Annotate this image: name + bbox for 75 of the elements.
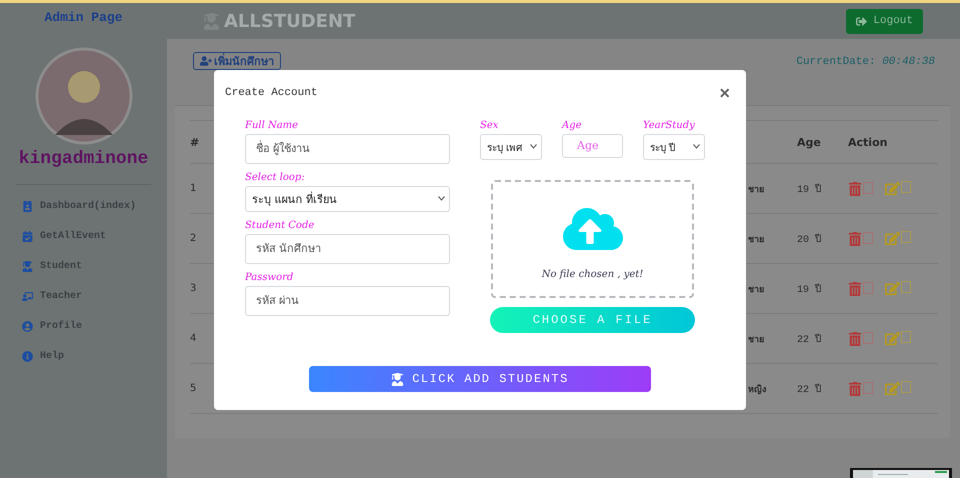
student-icon — [391, 372, 404, 386]
edit-icon[interactable] — [885, 181, 900, 196]
teacher-icon — [22, 291, 33, 302]
column-header: Age — [797, 136, 821, 148]
table-cell-text: 20 ปี — [797, 232, 822, 246]
table-cell: 3 — [190, 283, 196, 294]
current-date: CurrentDate: 00:48:38 — [796, 56, 935, 68]
user-plus-icon — [200, 55, 212, 67]
brand-name: ALLSTUDENT — [224, 10, 356, 32]
username: kingadminone — [18, 149, 148, 169]
small-square — [901, 331, 911, 343]
trash-icon[interactable] — [848, 382, 862, 396]
close-button[interactable]: × — [719, 84, 730, 102]
choose-file-button[interactable]: CHOOSE A FILE — [490, 307, 695, 333]
small-square — [863, 232, 873, 244]
caret-icon — [530, 144, 537, 149]
field-label: YearStudy — [643, 120, 696, 133]
table-cell-text: ชาย — [748, 334, 764, 346]
input-field[interactable]: Age — [562, 134, 623, 158]
table-cell-text: 19 ปี — [797, 182, 822, 196]
trash-icon[interactable] — [848, 182, 862, 196]
table-cell-text: หญิง — [748, 383, 766, 396]
small-square — [901, 381, 911, 393]
sidebar-title: Admin Page — [44, 10, 122, 25]
column-header: # — [190, 136, 200, 148]
small-square — [863, 182, 873, 194]
small-square — [863, 382, 873, 394]
calendar-check-icon — [22, 231, 33, 242]
trash-icon[interactable] — [848, 282, 862, 296]
table-cell: 5 — [190, 383, 196, 394]
input-field[interactable]: รหัส นักศึกษา — [245, 234, 450, 264]
small-square — [863, 332, 873, 344]
dialog-title: Create Account — [225, 87, 318, 99]
caret-icon — [438, 196, 445, 201]
column-header: Action — [848, 136, 888, 148]
badge-icon — [22, 201, 33, 212]
table-cell: 1 — [190, 183, 196, 194]
table-cell: 2 — [190, 233, 196, 244]
table-cell-text: 19 ปี — [797, 282, 822, 296]
table-cell-text: ชาย — [748, 284, 764, 296]
logout-icon — [856, 16, 868, 26]
file-drop-area[interactable]: No file chosen , yet! — [491, 180, 694, 298]
field-label: Age — [562, 120, 583, 133]
table-cell-text: ชาย — [748, 184, 764, 196]
student-icon — [22, 261, 33, 272]
edit-icon[interactable] — [885, 381, 900, 396]
table-cell-text: 22 ปี — [797, 382, 822, 396]
caret-icon — [693, 144, 700, 149]
small-square — [901, 281, 911, 293]
field-label: Sex — [480, 120, 500, 133]
select-field[interactable]: ระบุ แผนก ที่เรียน — [245, 186, 450, 212]
field-label: Select loop: — [245, 172, 306, 185]
input-field[interactable]: ชื่อ ผู้ใช้งาน — [245, 134, 450, 164]
logout-button[interactable]: Logout — [846, 8, 923, 34]
small-square — [901, 181, 911, 193]
select-field[interactable]: ระบุ ปี — [643, 134, 705, 160]
field-label: Password — [245, 272, 294, 285]
upload-status: No file chosen , yet! — [542, 268, 644, 280]
input-field[interactable]: รหัส ผ่าน — [245, 286, 450, 316]
small-square — [863, 282, 873, 294]
edit-icon[interactable] — [885, 331, 900, 346]
table-cell-text: ชาย — [748, 234, 764, 246]
table-cell: 4 — [190, 333, 196, 344]
select-field[interactable]: ระบุ เพศ — [480, 134, 542, 160]
trash-icon[interactable] — [848, 232, 862, 246]
info-icon — [22, 351, 33, 362]
field-label: Full Name — [245, 120, 300, 133]
add-students-button[interactable]: CLICK ADD STUDENTS — [309, 366, 651, 392]
field-label: Student Code — [245, 220, 316, 233]
table-cell-text: 22 ปี — [797, 332, 822, 346]
edit-icon[interactable] — [885, 281, 900, 296]
edit-icon[interactable] — [885, 231, 900, 246]
small-square — [901, 231, 911, 243]
add-student-button[interactable]: เพิ่มนักศึกษา — [193, 52, 281, 70]
trash-icon[interactable] — [848, 332, 862, 346]
